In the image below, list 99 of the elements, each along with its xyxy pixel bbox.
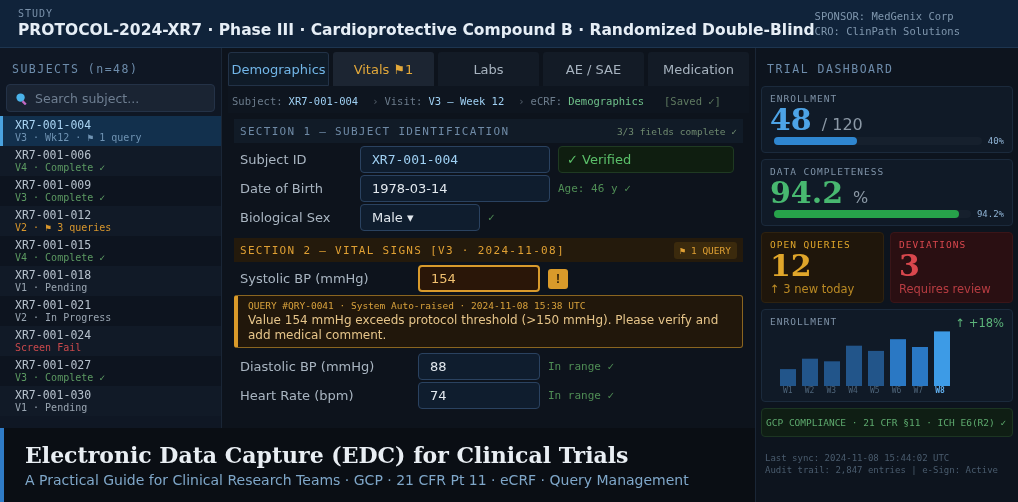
- subject-id: XR7-001-024: [15, 328, 93, 342]
- subject-status: V4 · Complete ✓: [15, 252, 107, 264]
- week-label: W7: [912, 386, 925, 395]
- subjects-heading: SUBJECTS (n=48): [11, 61, 140, 78]
- week-label: W1: [782, 386, 794, 395]
- week-label: W4: [847, 386, 859, 395]
- week-label: W2: [803, 386, 816, 395]
- audit-text: Audit trail: 2,847 entries | e-Sign: Active: [765, 465, 999, 475]
- subject-status: V1 · Pending: [15, 282, 89, 294]
- field-status: In range ✓: [548, 389, 615, 402]
- percent-unit: %: [853, 188, 869, 207]
- subject-status: V2 · In Progress: [15, 312, 113, 324]
- form-tab[interactable]: Labs: [438, 52, 539, 86]
- breadcrumb-label: eCRF:: [530, 95, 563, 107]
- field-label: Date of Birth: [240, 181, 325, 196]
- subject-id: XR7-001-006: [15, 148, 93, 162]
- field-label: Subject ID: [240, 152, 308, 167]
- tile-label: DEVIATIONS: [899, 239, 968, 250]
- week-label: W3: [825, 386, 838, 395]
- week-label: W8: [934, 386, 946, 395]
- week-label: W6: [890, 386, 903, 395]
- field-input[interactable]: 88: [418, 353, 540, 380]
- tile-note: ↑ 3 new today: [770, 282, 856, 296]
- subject-id: XR7-001-030: [15, 388, 93, 402]
- progress-reading: 40%: [987, 136, 1004, 146]
- study-label: STUDY: [18, 8, 55, 19]
- query-count: ⚑ 1 QUERY: [673, 241, 737, 259]
- field-label: Diastolic BP (mmHg): [240, 359, 376, 374]
- query-meta: QUERY #QRY-0041 · System Auto-raised · 2024-11-08 15:38 UTC: [248, 300, 587, 311]
- query-alert-button[interactable]: !: [548, 268, 568, 289]
- save-status: [Saved ✓]: [664, 95, 721, 107]
- sex-select[interactable]: Male ▾: [360, 204, 480, 231]
- breadcrumb-value: Demographics: [568, 95, 645, 107]
- field-input[interactable]: XR7-001-004: [360, 146, 550, 173]
- breadcrumb-value: XR7-001-004: [288, 95, 359, 107]
- breadcrumb-label: Visit:: [384, 95, 423, 107]
- subject-id: XR7-001-012: [15, 208, 93, 222]
- field-label: Biological Sex: [240, 210, 332, 225]
- search-icon: [15, 92, 28, 105]
- subject-id: XR7-001-009: [15, 178, 93, 192]
- field-input[interactable]: 154: [418, 265, 540, 292]
- form-tab[interactable]: Demographics: [228, 52, 329, 86]
- card-label: ENROLLMENT: [770, 93, 839, 104]
- subject-status: V3 · Wk12 · ⚑ 1 query: [15, 132, 143, 144]
- tile-label: OPEN QUERIES: [770, 239, 852, 250]
- subject-status: V2 · ⚑ 3 queries: [15, 222, 113, 234]
- banner-subtitle: A Practical Guide for Clinical Research Teams · GCP · 21 CFR Pt 11 · eCRF · Query Management: [25, 472, 690, 488]
- subject-item[interactable]: XR7-001-027 V3 · Complete ✓: [0, 356, 221, 386]
- tile-value: 12: [770, 250, 812, 282]
- field-status: ✓: [488, 211, 495, 224]
- field-label: Heart Rate (bpm): [240, 388, 355, 403]
- search-field[interactable]: Search subject...: [6, 84, 215, 112]
- field-label: Systolic BP (mmHg): [240, 271, 370, 286]
- breadcrumb-label: Subject:: [232, 95, 283, 107]
- subject-status: V1 · Pending: [15, 402, 89, 414]
- subject-status: V3 · Complete ✓: [15, 192, 107, 204]
- field-input[interactable]: 74: [418, 382, 540, 409]
- enrollment-count: 48: [770, 104, 812, 136]
- completeness-value: 94.2: [770, 177, 844, 209]
- subject-item[interactable]: XR7-001-021 V2 · In Progress: [0, 296, 221, 326]
- field-status: In range ✓: [548, 360, 615, 373]
- breadcrumb-separator: ›: [372, 95, 379, 107]
- subject-item[interactable]: XR7-001-015 V4 · Complete ✓: [0, 236, 221, 266]
- subject-id: XR7-001-027: [15, 358, 93, 372]
- section-title: SECTION 1 — SUBJECT IDENTIFICATION: [240, 124, 510, 138]
- sponsor-text: SPONSOR: MedGenix Corp: [814, 10, 955, 22]
- compliance-banner: GCP COMPLIANCE · 21 CFR §11 · ICH E6(R2) ✓: [761, 408, 1013, 437]
- subject-status: V4 · Complete ✓: [15, 162, 107, 174]
- card-label: DATA COMPLETENESS: [770, 166, 886, 177]
- subject-status: V3 · Complete ✓: [15, 372, 107, 384]
- breadcrumb-separator: ›: [518, 95, 525, 107]
- cro-text: CRO: ClinPath Solutions: [814, 25, 961, 37]
- subject-id: XR7-001-015: [15, 238, 93, 252]
- sync-text: Last sync: 2024-11-08 15:44:02 UTC: [765, 453, 951, 463]
- section-title: SECTION 2 — VITAL SIGNS [V3 · 2024-11-08]: [240, 243, 565, 257]
- subject-id: XR7-001-018: [15, 268, 93, 282]
- form-tab[interactable]: AE / SAE: [543, 52, 644, 86]
- subject-item[interactable]: XR7-001-009 V3 · Complete ✓: [0, 176, 221, 206]
- progress-reading: 94.2%: [976, 209, 1004, 219]
- form-tab[interactable]: Medication: [648, 52, 749, 86]
- banner-title: Electronic Data Capture (EDC) for Clinical Trials: [25, 442, 630, 468]
- field-status: Age: 46 y ✓: [558, 182, 631, 195]
- dashboard-heading: TRIAL DASHBOARD: [766, 61, 895, 78]
- verified-status: ✓ Verified: [558, 146, 734, 173]
- week-label: W5: [869, 386, 881, 395]
- form-tab[interactable]: Vitals ⚑1: [333, 52, 434, 86]
- breadcrumb-value: V3 — Week 12: [428, 95, 505, 107]
- trend-text: ↑ +18%: [955, 316, 1004, 330]
- tile-note: Requires review: [899, 282, 992, 296]
- subject-id: XR7-001-021: [15, 298, 93, 312]
- subject-status: Screen Fail: [15, 342, 83, 354]
- field-input[interactable]: 1978-03-14: [360, 175, 550, 202]
- chart-title: ENROLLMENT: [770, 316, 838, 329]
- study-title: PROTOCOL-2024-XR7 · Phase III · Cardioprotective Compound B · Randomized Double-Blind: [18, 21, 815, 39]
- query-message: Value 154 mmHg exceeds protocol threshold (>150 mmHg). Please verify and add medical comment.: [248, 313, 720, 343]
- subject-id: XR7-001-004: [15, 118, 93, 132]
- tile-value: 3: [899, 250, 921, 282]
- subject-item[interactable]: XR7-001-004 V3 · Wk12 · ⚑ 1 query: [0, 116, 221, 146]
- enrollment-target: / 120: [821, 115, 863, 134]
